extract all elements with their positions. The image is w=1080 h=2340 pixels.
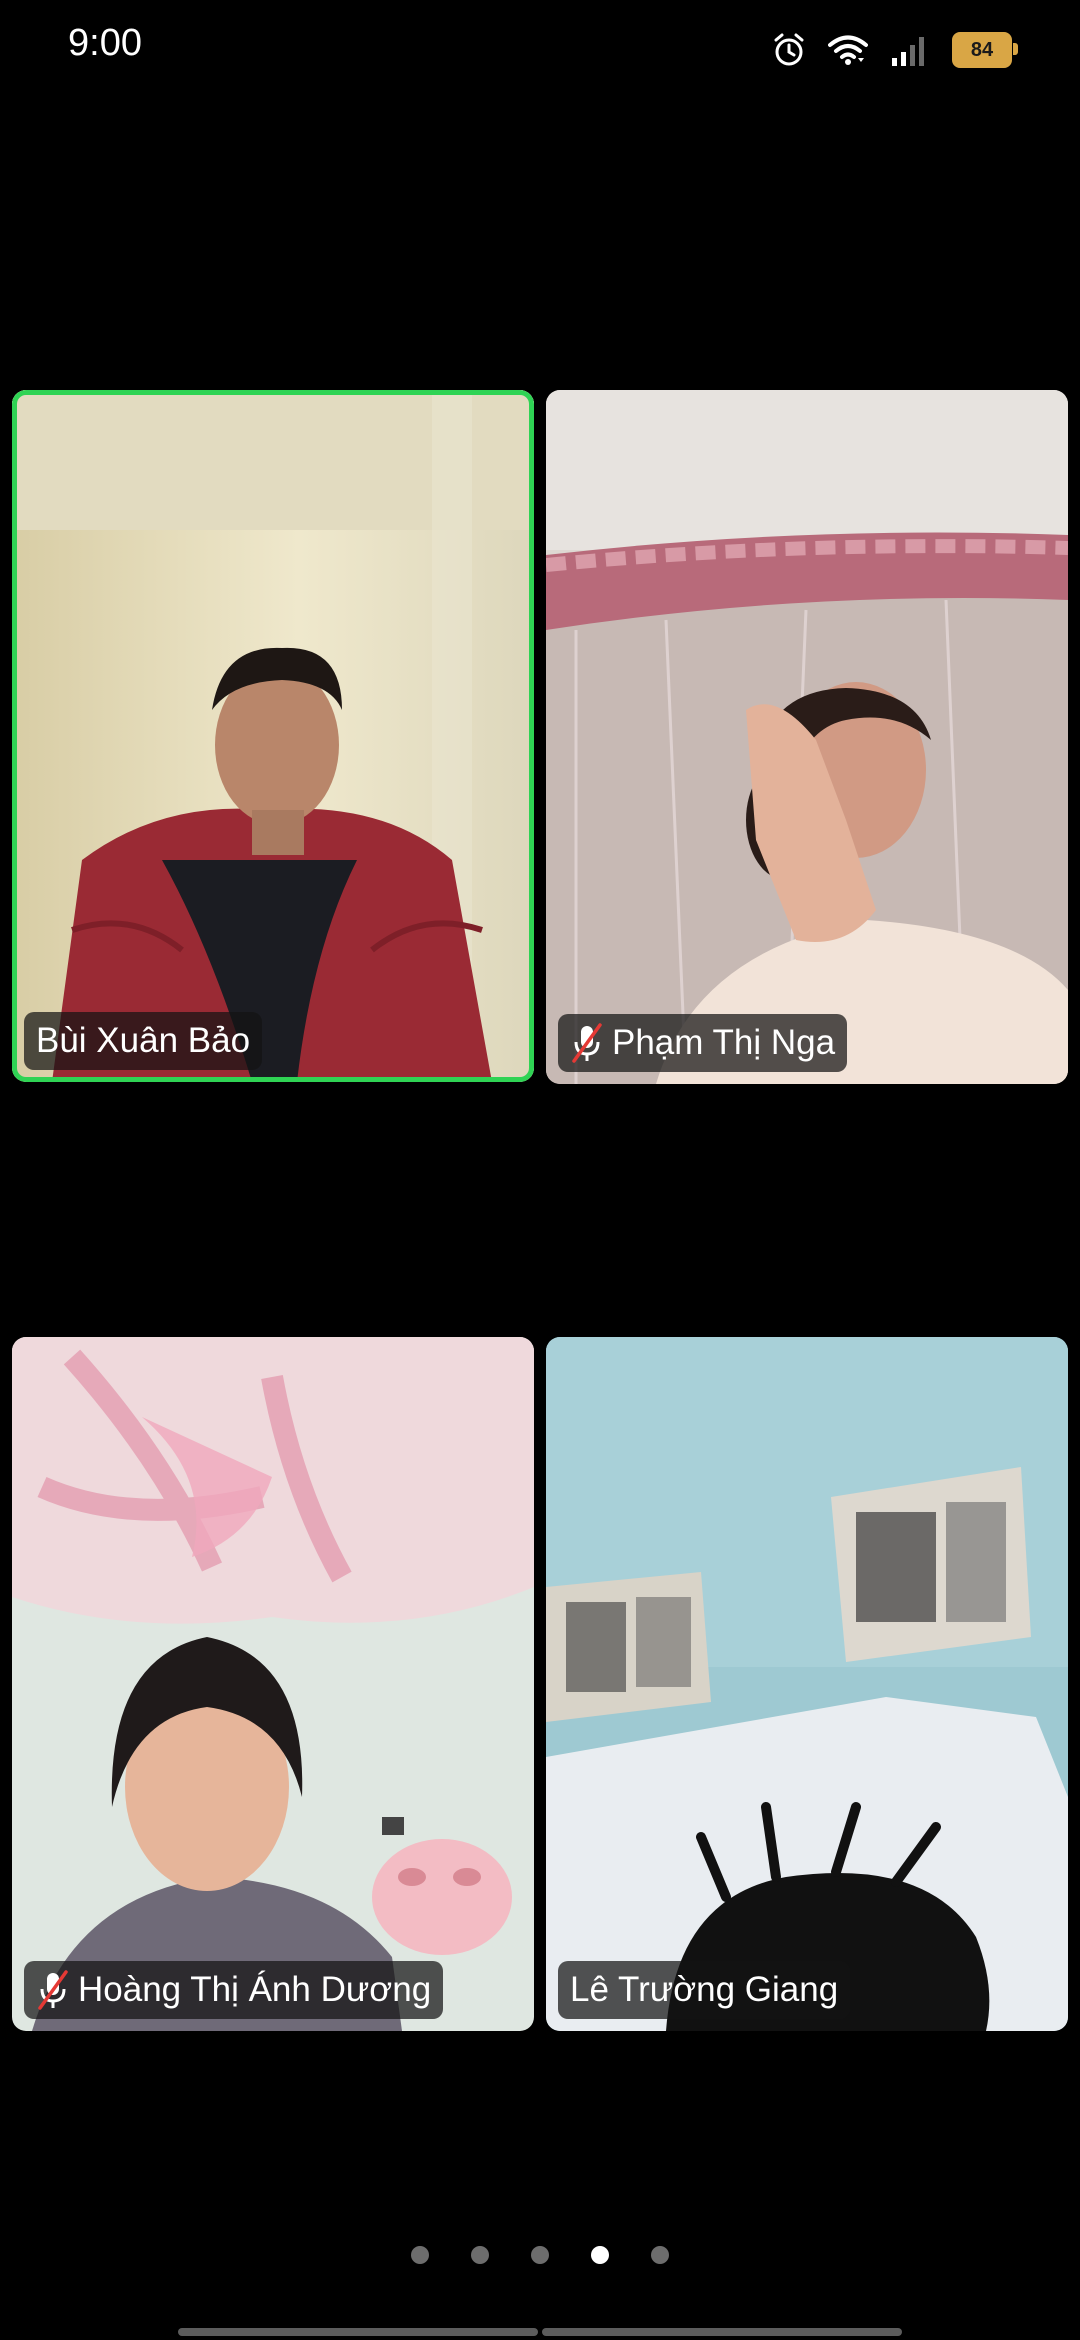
page-dot[interactable] xyxy=(651,2246,669,2264)
mic-muted-icon xyxy=(572,1023,602,1063)
video-tile-participant-4[interactable]: Lê Trường Giang xyxy=(546,1337,1068,2031)
page-dot-current[interactable] xyxy=(591,2246,609,2264)
wifi-icon xyxy=(828,35,868,65)
participant-name-label: Hoàng Thị Ánh Dương xyxy=(24,1961,444,2019)
cellular-signal-icon xyxy=(892,37,924,66)
participant-name: Phạm Thị Nga xyxy=(612,1023,836,1062)
mic-muted-icon xyxy=(38,1970,68,2010)
status-icons: 84 xyxy=(772,28,1018,72)
participant-name: Bùi Xuân Bảo xyxy=(36,1021,251,1060)
battery-icon: 84 xyxy=(952,32,1018,68)
alarm-icon xyxy=(774,33,804,66)
video-tile-participant-1[interactable]: Bùi Xuân Bảo xyxy=(12,390,534,1082)
video-tile-participant-2[interactable]: Phạm Thị Nga xyxy=(546,390,1068,1084)
page-dot[interactable] xyxy=(471,2246,489,2264)
status-time: 9:00 xyxy=(68,22,142,64)
participant-name-label: Lê Trường Giang xyxy=(558,1961,851,2019)
gesture-nav-bar[interactable] xyxy=(178,2328,902,2336)
status-bar: 9:00 84 xyxy=(0,0,1080,96)
participant-name-label: Phạm Thị Nga xyxy=(558,1014,848,1072)
participant-video xyxy=(12,390,534,1082)
participant-video xyxy=(546,1337,1068,2031)
video-tile-participant-3[interactable]: Hoàng Thị Ánh Dương xyxy=(12,1337,534,2031)
participant-video xyxy=(12,1337,534,2031)
participant-video xyxy=(546,390,1068,1084)
page-dot[interactable] xyxy=(411,2246,429,2264)
gallery-page-indicator[interactable] xyxy=(0,2246,1080,2264)
meeting-gallery-screen: 9:00 84 Bùi Xuân Bảo Phạm Thị Nga Hoàng … xyxy=(0,0,1080,2340)
nav-segment xyxy=(178,2328,538,2336)
participant-name-label: Bùi Xuân Bảo xyxy=(24,1012,263,1070)
nav-segment xyxy=(542,2328,902,2336)
battery-level: 84 xyxy=(970,38,994,61)
page-dot[interactable] xyxy=(531,2246,549,2264)
participant-name: Hoàng Thị Ánh Dương xyxy=(78,1970,432,2009)
participant-name: Lê Trường Giang xyxy=(570,1970,839,2009)
